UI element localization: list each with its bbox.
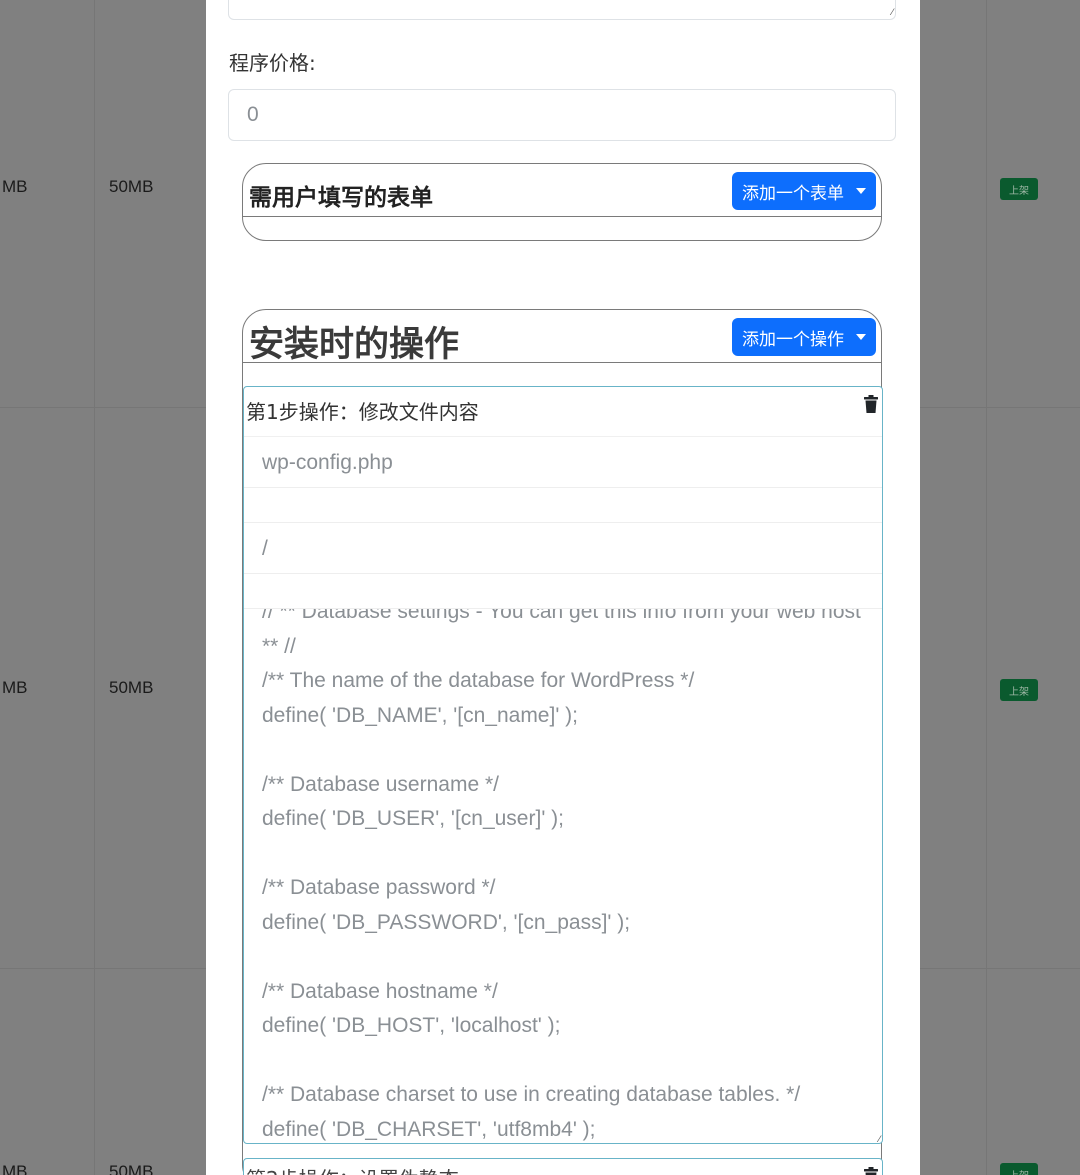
add-form-button-label: 添加一个表单 <box>742 183 844 203</box>
status-badge: 上架 <box>1000 679 1038 701</box>
table-cell: MB <box>2 678 28 697</box>
table-cell: MB <box>2 1162 28 1175</box>
table-cell: 50MB <box>109 678 154 697</box>
install-operations-card: 安装时的操作 添加一个操作 第1步操作：修改文件内容 wp-config.php… <box>242 309 883 1175</box>
code-line: define( 'DB_CHARSET', 'utf8mb4' ); <box>262 1117 596 1141</box>
table-col-divider <box>986 0 987 1175</box>
replace-target-input[interactable] <box>244 574 882 609</box>
user-forms-title: 需用户填写的表单 <box>249 185 433 211</box>
add-operation-dropdown-button[interactable]: 添加一个操作 <box>732 318 876 356</box>
code-line: /** Database username */ <box>262 772 499 796</box>
add-form-dropdown-button[interactable]: 添加一个表单 <box>732 172 876 210</box>
code-line: define( 'DB_NAME', '[cn_name]' ); <box>262 703 578 727</box>
code-line: /** Database hostname */ <box>262 979 498 1003</box>
status-badge: 上架 <box>1000 1163 1038 1175</box>
table-col-divider <box>94 0 95 1175</box>
code-line: define( 'DB_HOST', 'localhost' ); <box>262 1014 561 1037</box>
operation-step-header: 第1步操作：修改文件内容 <box>244 387 882 437</box>
trash-icon[interactable] <box>864 1167 878 1175</box>
resize-grip-icon[interactable]: ⁄ <box>891 8 893 18</box>
code-line: /** Database password */ <box>262 876 496 899</box>
code-line: define( 'DB_PASSWORD', '[cn_pass]' ); <box>262 910 631 934</box>
code-line: /** The name of the database for WordPre… <box>262 669 695 692</box>
path-input[interactable]: / <box>244 523 882 574</box>
description-textarea[interactable]: ⁄ <box>228 0 896 20</box>
operation-step-1: 第1步操作：修改文件内容 wp-config.php / // ** Datab… <box>243 386 883 1145</box>
add-operation-button-label: 添加一个操作 <box>742 329 844 349</box>
resize-grip-icon[interactable]: ⁄ <box>878 1135 880 1145</box>
caret-down-icon <box>856 188 866 194</box>
table-cell: 50MB <box>109 177 154 196</box>
install-operations-card-header: 安装时的操作 添加一个操作 <box>243 310 881 365</box>
find-text-input[interactable] <box>244 488 882 523</box>
trash-icon[interactable] <box>864 395 878 413</box>
status-badge: 上架 <box>1000 178 1038 200</box>
user-forms-card-header: 需用户填写的表单 添加一个表单 <box>243 164 881 217</box>
table-cell: MB <box>2 177 28 196</box>
operation-step-title: 第1步操作：修改文件内容 <box>246 400 479 424</box>
file-content-textarea[interactable]: // ** Database settings - You can get th… <box>244 609 882 1145</box>
caret-down-icon <box>856 334 866 340</box>
code-line: // ** Database settings - You can get th… <box>262 609 861 623</box>
operation-step-header: 第2步操作：设置伪静态 <box>244 1159 882 1175</box>
install-operations-title: 安装时的操作 <box>249 325 460 365</box>
table-cell: 50MB <box>109 1162 154 1175</box>
operation-step-title: 第2步操作：设置伪静态 <box>246 1163 459 1175</box>
user-forms-card: 需用户填写的表单 添加一个表单 <box>242 163 882 241</box>
code-line: /** Database charset to use in creating … <box>262 1083 801 1106</box>
file-name-input[interactable]: wp-config.php <box>244 437 882 488</box>
price-input[interactable]: 0 <box>228 89 896 141</box>
operation-step-2: 第2步操作：设置伪静态 <box>243 1158 883 1175</box>
code-line: ** // <box>262 634 296 658</box>
price-label: 程序价格: <box>229 51 316 75</box>
edit-program-modal: ⁄ 程序价格: 0 需用户填写的表单 添加一个表单 安装时的操作 添加一个操作 … <box>206 0 920 1175</box>
code-line: define( 'DB_USER', '[cn_user]' ); <box>262 807 564 830</box>
file-content-text: // ** Database settings - You can get th… <box>262 609 864 1145</box>
